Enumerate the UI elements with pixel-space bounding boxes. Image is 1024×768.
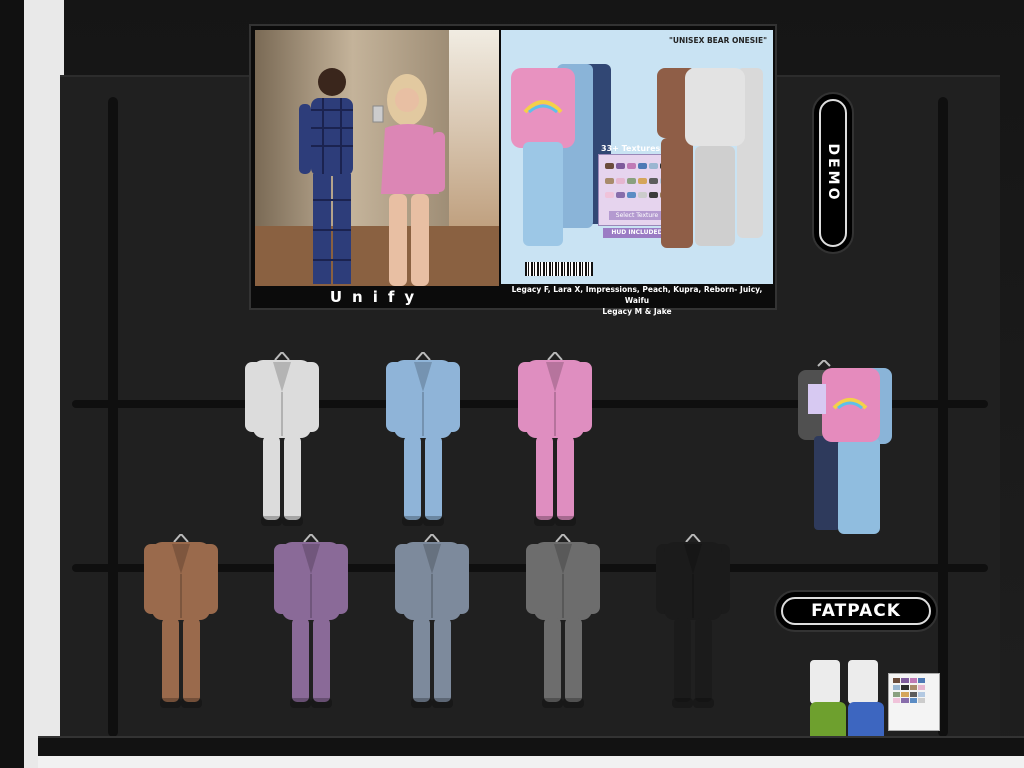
outfit-slate[interactable] <box>393 534 471 710</box>
advert-screen[interactable]: Unify "UNISEX BEAR ONESIE" 33+ Textures … <box>249 24 777 316</box>
hud-box-swatch <box>901 691 909 697</box>
hud-box-swatch <box>917 698 925 704</box>
demo-label: DEMO <box>825 143 841 203</box>
female-model <box>372 74 445 286</box>
left-light-panel <box>24 0 64 768</box>
left-wall <box>0 0 24 768</box>
fatpack-label: FATPACK <box>811 601 901 621</box>
male-model <box>299 68 353 284</box>
hud-texture-box[interactable] <box>888 673 940 731</box>
hud-box-swatch <box>893 678 901 683</box>
hud-swatch <box>638 192 647 199</box>
hud-swatch <box>627 163 636 169</box>
fatpack-outfit-display[interactable] <box>794 360 898 538</box>
hud-box-swatch <box>893 691 901 697</box>
floor-shelf <box>38 736 1024 758</box>
barcode <box>525 262 593 276</box>
outfit-white[interactable] <box>243 352 321 528</box>
hud-swatch <box>627 177 636 184</box>
hud-box-swatch <box>909 678 917 683</box>
hud-box-swatch <box>909 698 917 704</box>
demo-button[interactable]: DEMO <box>812 92 854 254</box>
hud-swatch <box>605 177 614 184</box>
hud-box-swatch <box>917 678 925 683</box>
outfit-grey[interactable] <box>524 534 602 710</box>
brand-caption: Unify <box>329 288 425 306</box>
bodies-male: Legacy M & Jake <box>602 307 672 316</box>
outfit-brown[interactable] <box>142 534 220 710</box>
couple-photo <box>255 30 499 286</box>
hud-box-swatches <box>893 678 925 704</box>
hud-box-swatch <box>909 684 917 690</box>
hud-swatch <box>616 192 625 199</box>
supported-bodies: Legacy F, Lara X, Impressions, Peach, Ku… <box>501 284 773 316</box>
floor <box>38 756 1024 768</box>
product-info-panel: "UNISEX BEAR ONESIE" 33+ Textures Select… <box>501 30 773 284</box>
hud-box-swatch <box>917 684 925 690</box>
product-preview-right <box>657 68 763 248</box>
hud-swatch <box>627 192 636 199</box>
bodies-female: Legacy F, Lara X, Impressions, Peach, Ku… <box>511 285 763 305</box>
hud-swatch <box>616 177 625 184</box>
product-title: "UNISEX BEAR ONESIE" <box>668 36 767 45</box>
rail-right <box>938 97 948 737</box>
outfit-purple[interactable] <box>272 534 350 710</box>
hud-box-swatch <box>917 691 925 697</box>
hud-box-swatch <box>901 678 909 683</box>
outfit-black[interactable] <box>654 534 732 710</box>
fatpack-button[interactable]: FATPACK <box>774 590 938 632</box>
hud-swatch <box>605 163 614 169</box>
hud-swatch <box>616 163 625 169</box>
hud-swatch <box>638 177 647 184</box>
hud-box-swatch <box>909 691 917 697</box>
hud-box-swatch <box>893 684 901 690</box>
hud-swatch <box>638 163 647 169</box>
hud-box-swatch <box>893 698 901 704</box>
hud-box-swatch <box>901 684 909 690</box>
outfit-light-blue[interactable] <box>384 352 462 528</box>
rail-left <box>108 97 118 737</box>
hud-box-swatch <box>901 698 909 704</box>
outfit-pink[interactable] <box>516 352 594 528</box>
hud-swatch <box>605 192 614 199</box>
